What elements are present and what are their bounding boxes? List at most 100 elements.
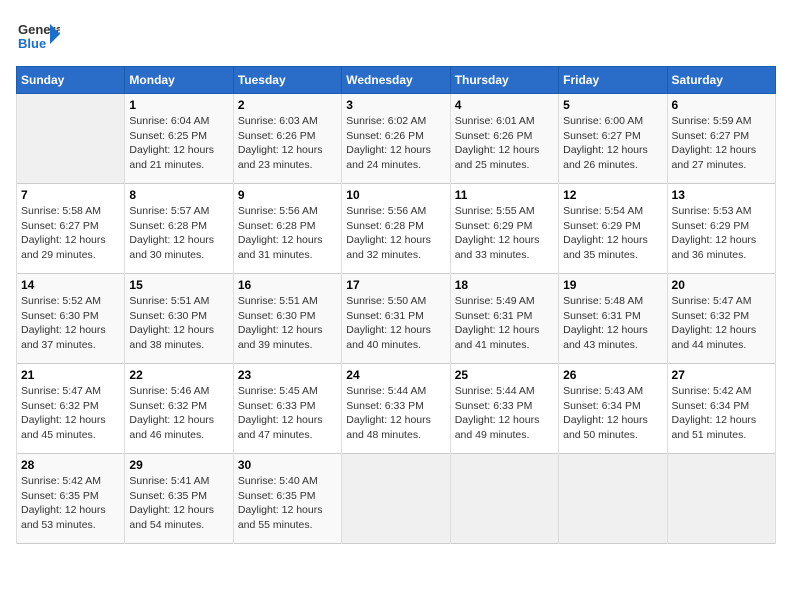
- cell-content: Sunrise: 5:44 AM Sunset: 6:33 PM Dayligh…: [346, 384, 445, 443]
- calendar-cell: 1Sunrise: 6:04 AM Sunset: 6:25 PM Daylig…: [125, 94, 233, 184]
- weekday-header-row: SundayMondayTuesdayWednesdayThursdayFrid…: [17, 67, 776, 94]
- day-number: 18: [455, 278, 554, 292]
- calendar-week-row: 14 Sunrise: 5:52 AM Sunset: 6:30 PM Dayli…: [17, 274, 776, 364]
- cell-content: Sunrise: 5:46 AM Sunset: 6:32 PM Dayligh…: [129, 384, 228, 443]
- calendar-cell: 29Sunrise: 5:41 AM Sunset: 6:35 PM Dayli…: [125, 454, 233, 544]
- day-number: 10: [346, 188, 445, 202]
- cell-content: Sunrise: 5:58 AM Sunset: 6:27 PM Dayligh…: [21, 204, 120, 263]
- day-number: 14: [21, 278, 120, 292]
- cell-content: Sunrise: 5:51 AM Sunset: 6:30 PM Dayligh…: [129, 294, 228, 353]
- calendar-cell: 3 Sunrise: 6:02 AM Sunset: 6:26 PM Daylig…: [342, 94, 450, 184]
- calendar-week-row: 28 Sunrise: 5:42 AM Sunset: 6:35 PM Dayli…: [17, 454, 776, 544]
- calendar-cell: 19Sunrise: 5:48 AM Sunset: 6:31 PM Dayli…: [559, 274, 667, 364]
- day-number: 7: [21, 188, 120, 202]
- day-number: 16: [238, 278, 337, 292]
- calendar-week-row: 7 Sunrise: 5:58 AM Sunset: 6:27 PM Daylig…: [17, 184, 776, 274]
- cell-content: Sunrise: 5:49 AM Sunset: 6:31 PM Dayligh…: [455, 294, 554, 353]
- day-number: 21: [21, 368, 120, 382]
- cell-content: Sunrise: 5:48 AM Sunset: 6:31 PM Dayligh…: [563, 294, 662, 353]
- cell-content: Sunrise: 6:00 AM Sunset: 6:27 PM Dayligh…: [563, 114, 662, 173]
- calendar-cell: 10 Sunrise: 5:56 AM Sunset: 6:28 PM Dayli…: [342, 184, 450, 274]
- day-number: 27: [672, 368, 771, 382]
- calendar-cell: 15Sunrise: 5:51 AM Sunset: 6:30 PM Dayli…: [125, 274, 233, 364]
- calendar-cell: 4 Sunrise: 6:01 AM Sunset: 6:26 PM Daylig…: [450, 94, 558, 184]
- calendar-cell: 13 Sunrise: 5:53 AM Sunset: 6:29 PM Dayli…: [667, 184, 775, 274]
- cell-content: Sunrise: 5:56 AM Sunset: 6:28 PM Dayligh…: [238, 204, 337, 263]
- calendar-cell: 24Sunrise: 5:44 AM Sunset: 6:33 PM Dayli…: [342, 364, 450, 454]
- cell-content: Sunrise: 5:54 AM Sunset: 6:29 PM Dayligh…: [563, 204, 662, 263]
- day-number: 5: [563, 98, 662, 112]
- cell-content: Sunrise: 6:04 AM Sunset: 6:25 PM Dayligh…: [129, 114, 228, 173]
- day-number: 25: [455, 368, 554, 382]
- calendar-cell: 21Sunrise: 5:47 AM Sunset: 6:32 PM Dayli…: [17, 364, 125, 454]
- calendar-cell: 20Sunrise: 5:47 AM Sunset: 6:32 PM Dayli…: [667, 274, 775, 364]
- day-number: 26: [563, 368, 662, 382]
- day-number: 20: [672, 278, 771, 292]
- logo: General Blue: [16, 16, 64, 54]
- cell-content: Sunrise: 6:02 AM Sunset: 6:26 PM Dayligh…: [346, 114, 445, 173]
- calendar-cell: 14 Sunrise: 5:52 AM Sunset: 6:30 PM Dayli…: [17, 274, 125, 364]
- calendar-cell: 6 Sunrise: 5:59 AM Sunset: 6:27 PM Daylig…: [667, 94, 775, 184]
- calendar-cell: 17 Sunrise: 5:50 AM Sunset: 6:31 PM Dayli…: [342, 274, 450, 364]
- cell-content: Sunrise: 5:43 AM Sunset: 6:34 PM Dayligh…: [563, 384, 662, 443]
- cell-content: Sunrise: 5:44 AM Sunset: 6:33 PM Dayligh…: [455, 384, 554, 443]
- calendar-cell: 30 Sunrise: 5:40 AM Sunset: 6:35 PM Dayli…: [233, 454, 341, 544]
- day-number: 28: [21, 458, 120, 472]
- cell-content: Sunrise: 5:42 AM Sunset: 6:34 PM Dayligh…: [672, 384, 771, 443]
- day-number: 17: [346, 278, 445, 292]
- day-number: 9: [238, 188, 337, 202]
- day-number: 22: [129, 368, 228, 382]
- weekday-header-wednesday: Wednesday: [342, 67, 450, 94]
- calendar-cell: 28 Sunrise: 5:42 AM Sunset: 6:35 PM Dayli…: [17, 454, 125, 544]
- weekday-header-saturday: Saturday: [667, 67, 775, 94]
- calendar-week-row: 21Sunrise: 5:47 AM Sunset: 6:32 PM Dayli…: [17, 364, 776, 454]
- day-number: 6: [672, 98, 771, 112]
- calendar-cell: 23 Sunrise: 5:45 AM Sunset: 6:33 PM Dayli…: [233, 364, 341, 454]
- weekday-header-friday: Friday: [559, 67, 667, 94]
- calendar-cell: 25 Sunrise: 5:44 AM Sunset: 6:33 PM Dayli…: [450, 364, 558, 454]
- page-header: General Blue: [16, 16, 776, 54]
- cell-content: Sunrise: 5:45 AM Sunset: 6:33 PM Dayligh…: [238, 384, 337, 443]
- calendar-cell: 27 Sunrise: 5:42 AM Sunset: 6:34 PM Dayli…: [667, 364, 775, 454]
- day-number: 23: [238, 368, 337, 382]
- calendar-cell: 7 Sunrise: 5:58 AM Sunset: 6:27 PM Daylig…: [17, 184, 125, 274]
- calendar-cell: 9 Sunrise: 5:56 AM Sunset: 6:28 PM Daylig…: [233, 184, 341, 274]
- cell-content: Sunrise: 5:42 AM Sunset: 6:35 PM Dayligh…: [21, 474, 120, 533]
- weekday-header-thursday: Thursday: [450, 67, 558, 94]
- calendar-cell: 26 Sunrise: 5:43 AM Sunset: 6:34 PM Dayli…: [559, 364, 667, 454]
- day-number: 13: [672, 188, 771, 202]
- calendar-cell: 22 Sunrise: 5:46 AM Sunset: 6:32 PM Dayli…: [125, 364, 233, 454]
- cell-content: Sunrise: 5:40 AM Sunset: 6:35 PM Dayligh…: [238, 474, 337, 533]
- cell-content: Sunrise: 5:50 AM Sunset: 6:31 PM Dayligh…: [346, 294, 445, 353]
- calendar-cell: 5 Sunrise: 6:00 AM Sunset: 6:27 PM Daylig…: [559, 94, 667, 184]
- cell-content: Sunrise: 5:52 AM Sunset: 6:30 PM Dayligh…: [21, 294, 120, 353]
- calendar-cell: [450, 454, 558, 544]
- day-number: 2: [238, 98, 337, 112]
- weekday-header-tuesday: Tuesday: [233, 67, 341, 94]
- calendar-week-row: 1Sunrise: 6:04 AM Sunset: 6:25 PM Daylig…: [17, 94, 776, 184]
- cell-content: Sunrise: 5:53 AM Sunset: 6:29 PM Dayligh…: [672, 204, 771, 263]
- calendar-cell: 2 Sunrise: 6:03 AM Sunset: 6:26 PM Daylig…: [233, 94, 341, 184]
- calendar-cell: [559, 454, 667, 544]
- calendar-cell: 12 Sunrise: 5:54 AM Sunset: 6:29 PM Dayli…: [559, 184, 667, 274]
- day-number: 11: [455, 188, 554, 202]
- calendar-cell: [667, 454, 775, 544]
- cell-content: Sunrise: 5:57 AM Sunset: 6:28 PM Dayligh…: [129, 204, 228, 263]
- calendar-cell: [342, 454, 450, 544]
- calendar-cell: 11Sunrise: 5:55 AM Sunset: 6:29 PM Dayli…: [450, 184, 558, 274]
- cell-content: Sunrise: 6:01 AM Sunset: 6:26 PM Dayligh…: [455, 114, 554, 173]
- day-number: 3: [346, 98, 445, 112]
- cell-content: Sunrise: 5:59 AM Sunset: 6:27 PM Dayligh…: [672, 114, 771, 173]
- calendar-cell: 16 Sunrise: 5:51 AM Sunset: 6:30 PM Dayli…: [233, 274, 341, 364]
- day-number: 12: [563, 188, 662, 202]
- day-number: 8: [129, 188, 228, 202]
- day-number: 29: [129, 458, 228, 472]
- cell-content: Sunrise: 6:03 AM Sunset: 6:26 PM Dayligh…: [238, 114, 337, 173]
- day-number: 30: [238, 458, 337, 472]
- day-number: 4: [455, 98, 554, 112]
- calendar-cell: 8 Sunrise: 5:57 AM Sunset: 6:28 PM Daylig…: [125, 184, 233, 274]
- cell-content: Sunrise: 5:56 AM Sunset: 6:28 PM Dayligh…: [346, 204, 445, 263]
- svg-text:Blue: Blue: [18, 36, 46, 51]
- weekday-header-sunday: Sunday: [17, 67, 125, 94]
- cell-content: Sunrise: 5:51 AM Sunset: 6:30 PM Dayligh…: [238, 294, 337, 353]
